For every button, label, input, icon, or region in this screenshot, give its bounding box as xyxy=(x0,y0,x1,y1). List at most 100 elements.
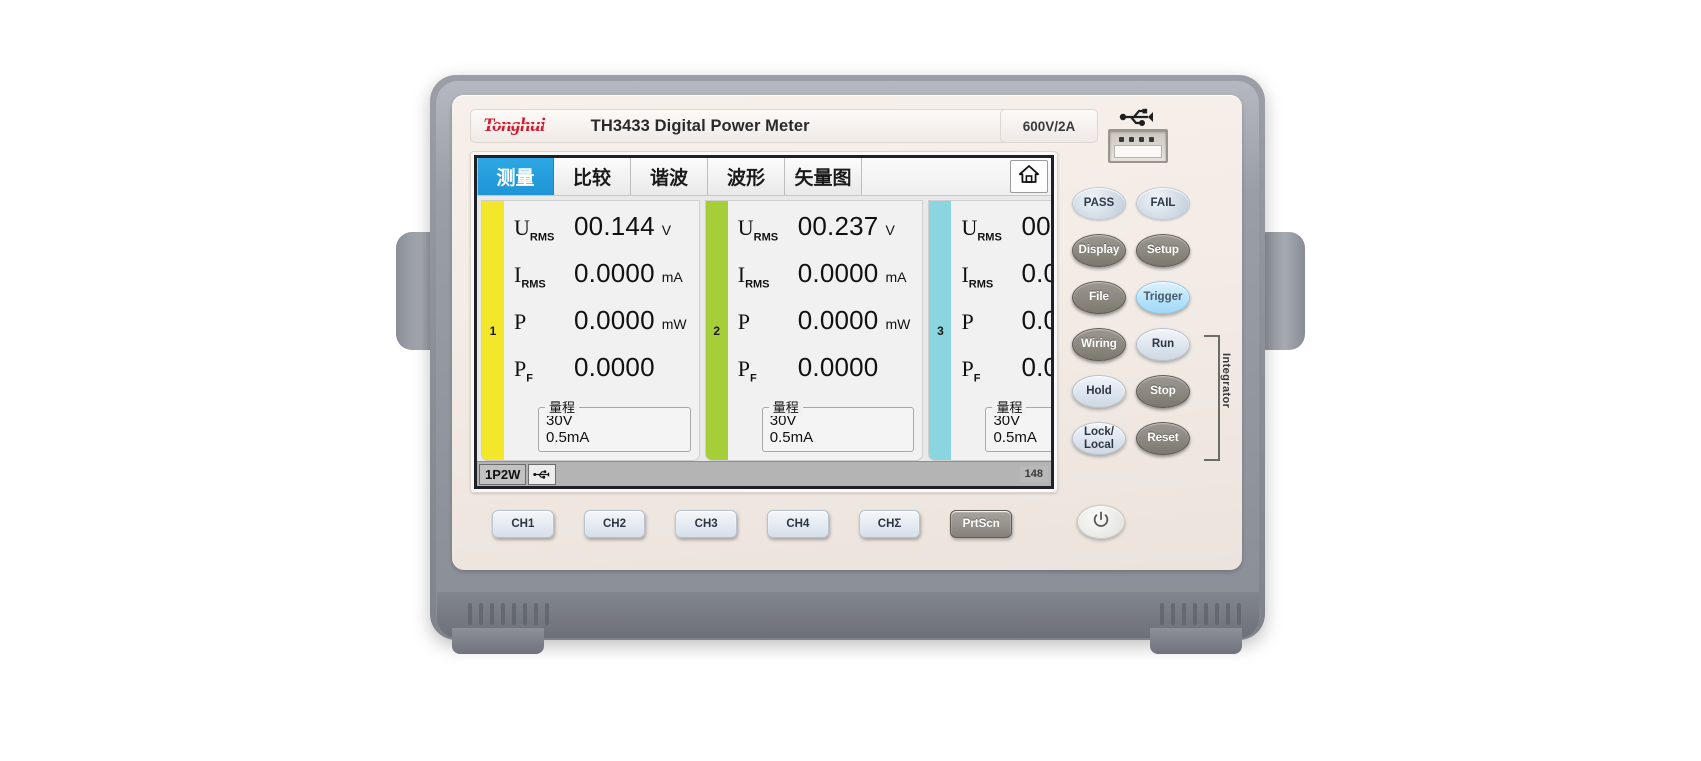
range-legend-2: 量程 xyxy=(768,396,803,416)
lock-local-button[interactable]: Lock/ Local xyxy=(1072,422,1126,455)
tab-waveform[interactable]: 波形 xyxy=(708,158,785,195)
tab-compare[interactable]: 比较 xyxy=(554,158,631,195)
channel-card-3[interactable]: 3 URMS 00.207 V IRMS 0.0000 mA xyxy=(928,200,1051,461)
channel-fields-1: URMS 00.144 V IRMS 0.0000 mA P 0.0000 mW… xyxy=(504,201,699,460)
status-usb-icon[interactable] xyxy=(528,463,557,485)
tonghui-logo: Tonghui xyxy=(483,115,545,136)
home-button[interactable] xyxy=(1010,160,1048,193)
channel-card-1[interactable]: 1 URMS 00.144 V IRMS 0.0000 mA P 0.0000 … xyxy=(481,200,700,461)
value-pf-2: 0.0000 xyxy=(797,352,879,382)
keypad-row-display-setup: Display Setup xyxy=(1072,234,1222,267)
unit-irms-2: mA xyxy=(885,269,907,285)
tab-vector-diagram[interactable]: 矢量图 xyxy=(785,158,862,195)
range-box-3[interactable]: 量程 30V 0.5mA xyxy=(985,396,1051,452)
brand-bar: Tonghui TH3433 Digital Power Meter xyxy=(470,109,1058,143)
measurement-row-irms-1: IRMS 0.0000 mA xyxy=(514,258,691,305)
front-panel: Tonghui TH3433 Digital Power Meter 600V/… xyxy=(452,95,1242,570)
ch2-button[interactable]: CH2 xyxy=(583,510,646,538)
measurement-row-p-1: P 0.0000 mW xyxy=(514,305,691,352)
symbol-p-3: P xyxy=(961,309,974,334)
status-bar: 1P2W 148 xyxy=(477,461,1051,486)
symbol-pf-3: PF xyxy=(961,356,981,385)
vent-group-right xyxy=(1160,603,1241,625)
tab-measure[interactable]: 测量 xyxy=(477,158,554,195)
symbol-urms-3: URMS xyxy=(961,215,1002,244)
chassis-foot-left xyxy=(452,628,544,654)
value-irms-2: 0.0000 xyxy=(797,258,879,288)
channel-number-2: 2 xyxy=(713,323,721,338)
function-keypad: PASS FAIL Display Setup File Trigger Wir… xyxy=(1072,187,1232,487)
range-box-2[interactable]: 量程 30V 0.5mA xyxy=(761,396,915,452)
setup-button[interactable]: Setup xyxy=(1136,234,1190,267)
measurement-row-irms-2: IRMS 0.0000 mA xyxy=(738,258,915,305)
rating-badge: 600V/2A xyxy=(1000,109,1098,143)
device-grip-right xyxy=(1259,232,1305,350)
measurement-row-pf-3: PF 0.0000 xyxy=(961,352,1051,399)
value-urms-2: 00.237 xyxy=(797,211,879,241)
channel-stripe-2: 2 xyxy=(705,201,728,460)
trigger-button[interactable]: Trigger xyxy=(1136,281,1190,314)
ch1-button[interactable]: CH1 xyxy=(492,510,554,538)
value-pf-3: 0.0000 xyxy=(1021,352,1051,382)
measurement-area: 1 URMS 00.144 V IRMS 0.0000 mA P 0.0000 … xyxy=(477,196,1051,461)
symbol-pf-2: PF xyxy=(737,356,757,385)
channel-stripe-1: 1 xyxy=(482,201,504,460)
symbol-p-2: P xyxy=(737,309,750,334)
channel-number-1: 1 xyxy=(489,323,497,338)
hold-button[interactable]: Hold xyxy=(1072,375,1126,408)
keypad-row-lock-reset: Lock/ Local Reset xyxy=(1072,422,1222,455)
ch-sigma-button[interactable]: CHΣ xyxy=(858,510,921,538)
tab-harmonic[interactable]: 谐波 xyxy=(631,158,708,195)
stop-button[interactable]: Stop xyxy=(1136,375,1190,408)
keypad-row-wiring-run: Wiring Run xyxy=(1072,328,1222,361)
status-wiring-mode[interactable]: 1P2W xyxy=(479,463,527,485)
channel-stripe-3: 3 xyxy=(929,201,952,460)
unit-urms-1: V xyxy=(661,222,672,238)
reset-button[interactable]: Reset xyxy=(1136,422,1190,455)
ch3-button[interactable]: CH3 xyxy=(675,510,738,538)
value-p-1: 0.0000 xyxy=(574,305,655,335)
measurement-row-urms-2: URMS 00.237 V xyxy=(738,211,915,258)
range-legend-1: 量程 xyxy=(545,396,580,416)
usb-connector xyxy=(1108,129,1168,163)
measurement-row-pf-1: PF 0.0000 xyxy=(514,352,691,399)
value-urms-3: 00.207 xyxy=(1021,211,1051,241)
measurement-row-pf-2: PF 0.0000 xyxy=(738,352,915,399)
print-screen-button[interactable]: PrtScn xyxy=(950,510,1013,538)
measurement-row-urms-3: URMS 00.207 V xyxy=(961,211,1051,258)
home-icon xyxy=(1018,164,1040,189)
value-irms-3: 0.0000 xyxy=(1021,258,1051,288)
value-pf-1: 0.0000 xyxy=(574,352,655,382)
value-p-3: 0.0000 xyxy=(1021,305,1051,335)
display-button[interactable]: Display xyxy=(1072,234,1126,267)
tab-bar: 测量 比较 谐波 波形 矢量图 xyxy=(477,158,1051,196)
unit-urms-2: V xyxy=(885,222,895,238)
symbol-urms-2: URMS xyxy=(737,215,779,244)
wiring-button[interactable]: Wiring xyxy=(1072,328,1126,361)
channel-fields-3: URMS 00.207 V IRMS 0.0000 mA P xyxy=(951,201,1051,460)
power-icon xyxy=(1091,510,1111,535)
unit-p-1: mW xyxy=(661,316,687,332)
usb-port-block xyxy=(1102,107,1176,169)
vent-group-left xyxy=(468,603,549,625)
power-button[interactable] xyxy=(1077,505,1125,539)
range-current-3: 0.5mA xyxy=(993,428,1037,446)
ch4-button[interactable]: CH4 xyxy=(767,510,829,538)
integrator-label: Integrator xyxy=(1220,353,1232,409)
tab-bar-filler xyxy=(862,158,1010,195)
keypad-row-file-trigger: File Trigger xyxy=(1072,281,1222,314)
file-button[interactable]: File xyxy=(1072,281,1126,314)
range-legend-3: 量程 xyxy=(992,396,1027,416)
range-box-1[interactable]: 量程 30V 0.5mA xyxy=(538,396,691,452)
symbol-urms-1: URMS xyxy=(514,215,555,244)
channel-softkey-row: CH1 CH2 CH3 CH4 CHΣ PrtScn xyxy=(492,510,1013,538)
channel-fields-2: URMS 00.237 V IRMS 0.0000 mA P 0.0000 mW… xyxy=(728,201,923,460)
run-button[interactable]: Run xyxy=(1136,328,1190,361)
indicator-pass: PASS xyxy=(1072,187,1126,220)
channel-card-2[interactable]: 2 URMS 00.237 V IRMS 0.0000 mA P 0.0000 … xyxy=(704,200,924,461)
model-title: TH3433 Digital Power Meter xyxy=(590,116,810,135)
channel-number-3: 3 xyxy=(937,323,944,338)
chassis-base xyxy=(437,592,1259,638)
indicator-fail: FAIL xyxy=(1136,187,1190,220)
measurement-row-irms-3: IRMS 0.0000 mA xyxy=(961,258,1051,305)
